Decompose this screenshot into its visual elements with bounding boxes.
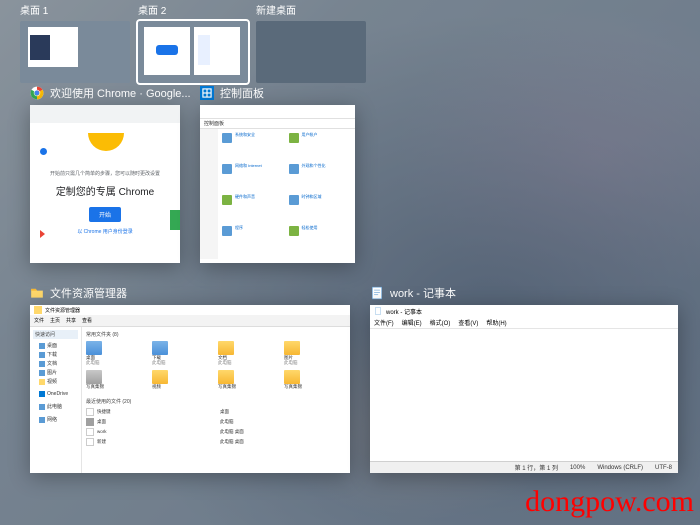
explorer-title-text: 文件资源管理器 [50,285,127,301]
explorer-preview[interactable]: 文件资源管理器 文件 主页 共享 查看 快速访问 桌面 下载 文档 图片 视频 … [30,305,350,473]
desktop-1[interactable]: 桌面 1 [20,2,130,83]
notepad-text-area [370,329,678,461]
notepad-icon [370,286,384,300]
desktop-2-label: 桌面 2 [138,2,248,17]
chrome-subtitle: 开始前只需几个简单的步骤，您可以随时更改设置 [40,170,170,177]
window-cp-title: 控制面板 [200,85,355,101]
watermark: dongpow.com [525,485,694,519]
window-explorer-title: 文件资源管理器 [30,285,350,301]
window-explorer[interactable]: 文件资源管理器 文件资源管理器 文件 主页 共享 查看 快速访问 桌面 下载 文… [30,285,350,473]
notepad-preview[interactable]: work - 记事本 文件(F) 编辑(E) 格式(O) 查看(V) 帮助(H)… [370,305,678,473]
task-view-windows: 欢迎使用 Chrome · Google... 开始前只需几个简单的步骤，您可以… [20,85,680,505]
control-panel-icon [200,86,214,100]
cp-title-text: 控制面板 [220,85,264,101]
new-desktop-thumb[interactable] [256,21,366,83]
virtual-desktops-strip: 桌面 1 桌面 2 新建桌面 [0,2,700,83]
chrome-heading: 定制您的专属 Chrome [40,183,170,198]
cp-address: 控制面板 [200,119,355,129]
desktop-2-thumb[interactable] [138,21,248,83]
chrome-start-button: 开始 [89,207,121,222]
window-notepad[interactable]: work - 记事本 work - 记事本 文件(F) 编辑(E) 格式(O) … [370,285,678,473]
notepad-status-bar: 第 1 行，第 1 列 100% Windows (CRLF) UTF-8 [370,461,678,473]
window-chrome[interactable]: 欢迎使用 Chrome · Google... 开始前只需几个简单的步骤，您可以… [30,85,191,263]
chrome-preview[interactable]: 开始前只需几个简单的步骤，您可以随时更改设置 定制您的专属 Chrome 开始 … [30,105,180,263]
new-desktop[interactable]: 新建桌面 [256,2,366,83]
cp-preview[interactable]: 控制面板 系统和安全 用户帐户 网络和 Internet 外观和个性化 硬件和声… [200,105,355,263]
chrome-icon [30,86,44,100]
desktop-1-thumb[interactable] [20,21,130,83]
desktop-1-label: 桌面 1 [20,2,130,17]
desktop-2[interactable]: 桌面 2 [138,2,248,83]
notepad-title-text: work - 记事本 [390,285,456,301]
window-chrome-title: 欢迎使用 Chrome · Google... [30,85,191,101]
chrome-title-text: 欢迎使用 Chrome · Google... [50,85,191,101]
new-desktop-label: 新建桌面 [256,2,366,17]
notepad-menu: 文件(F) 编辑(E) 格式(O) 查看(V) 帮助(H) [370,317,678,329]
chrome-signin-link: 以 Chrome 用户身份登录 [40,228,170,235]
window-notepad-title: work - 记事本 [370,285,678,301]
explorer-icon [30,286,44,300]
window-control-panel[interactable]: 控制面板 控制面板 系统和安全 用户帐户 网络和 Internet 外观和个性化… [200,85,355,263]
